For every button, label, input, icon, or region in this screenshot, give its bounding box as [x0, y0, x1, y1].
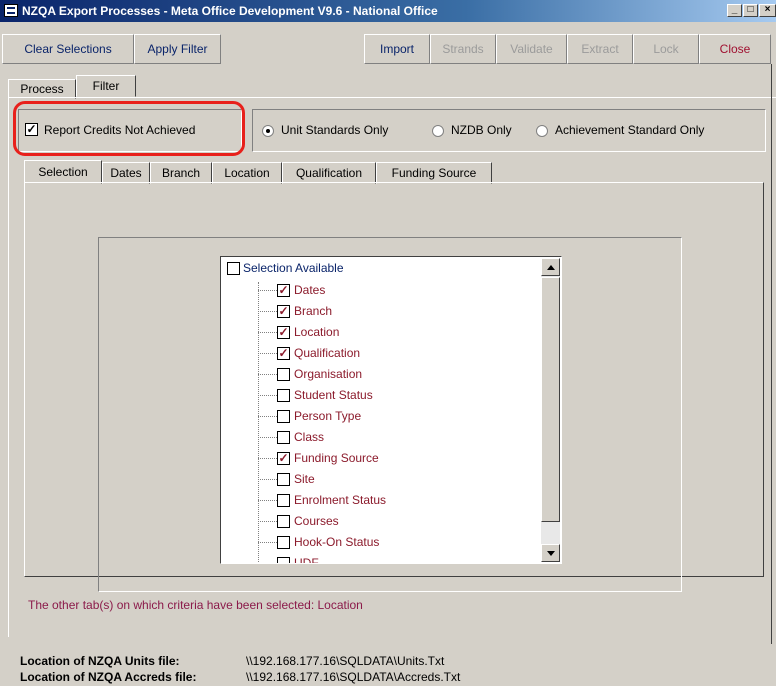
tree-item-label: Class: [294, 430, 325, 444]
units-file-path: \\192.168.177.16\SQLDATA\Units.Txt: [246, 654, 445, 668]
tree-connector-branch: [258, 521, 277, 522]
scroll-up-button[interactable]: [541, 258, 560, 276]
tree-connector-branch: [258, 416, 277, 417]
achievement-standard-label: Achievement Standard Only: [555, 123, 705, 137]
maximize-button[interactable]: □: [743, 4, 758, 17]
units-file-row: Location of NZQA Units file:: [20, 654, 180, 668]
tree-item-label: Person Type: [294, 409, 362, 423]
nzdb-radio[interactable]: [432, 125, 444, 137]
selection-tree[interactable]: Selection Available ✓ Dates ✓ Branch ✓ Locati…: [220, 256, 562, 564]
tree-root-checkbox[interactable]: [227, 262, 240, 275]
close-button[interactable]: Close: [699, 34, 771, 64]
scroll-thumb[interactable]: [541, 277, 560, 522]
tab-dates[interactable]: Dates: [102, 162, 150, 184]
unit-standards-radio[interactable]: [262, 125, 274, 137]
tree-item-label: Student Status: [294, 388, 373, 402]
accreds-file-row: Location of NZQA Accreds file:: [20, 670, 196, 684]
app-form-icon: [4, 4, 18, 17]
window-edge: [771, 64, 772, 644]
minimize-button[interactable]: _: [727, 4, 742, 17]
title-bar[interactable]: NZQA Export Processes - Meta Office Deve…: [0, 0, 776, 22]
highlight-annotation: [13, 101, 245, 156]
tab-branch[interactable]: Branch: [150, 162, 212, 184]
tree-item-label: UDF: [294, 556, 319, 564]
tree-connector-branch: [258, 437, 277, 438]
tree-connector-branch: [258, 311, 277, 312]
lock-button[interactable]: Lock: [633, 34, 699, 64]
tree-item-label: Organisation: [294, 367, 363, 381]
tree-connector-branch: [258, 395, 277, 396]
tree-connector-branch: [258, 458, 277, 459]
tree-item-label: Dates: [294, 283, 326, 297]
close-window-button[interactable]: ×: [759, 4, 776, 17]
achievement-standard-radio[interactable]: [536, 125, 548, 137]
tree-item-label: Courses: [294, 514, 339, 528]
extract-button[interactable]: Extract: [567, 34, 633, 64]
accreds-file-label: Location of NZQA Accreds file:: [20, 670, 197, 684]
tab-selection[interactable]: Selection: [24, 160, 102, 184]
tree-item-checkbox[interactable]: ✓: [277, 347, 290, 360]
tab-location[interactable]: Location: [212, 162, 282, 184]
tree-item-checkbox[interactable]: ✓: [277, 284, 290, 297]
tree-item-label: Qualification: [294, 346, 361, 360]
tree-connector-branch: [258, 500, 277, 501]
tree-scrollbar[interactable]: [541, 258, 560, 562]
criteria-info-text: The other tab(s) on which criteria have …: [28, 598, 363, 612]
arrow-down-icon: [547, 551, 555, 556]
tree-item-checkbox[interactable]: ✓: [277, 305, 290, 318]
tree-item-checkbox[interactable]: [277, 536, 290, 549]
tree-connector-branch: [258, 332, 277, 333]
tree-item-checkbox[interactable]: [277, 410, 290, 423]
tree-item-checkbox[interactable]: [277, 494, 290, 507]
tree-item-checkbox[interactable]: [277, 515, 290, 528]
validate-button[interactable]: Validate: [496, 34, 567, 64]
tree-item-checkbox[interactable]: ✓: [277, 326, 290, 339]
nzdb-label: NZDB Only: [451, 123, 512, 137]
tree-connector-branch: [258, 563, 277, 564]
scroll-down-button[interactable]: [541, 544, 560, 562]
strands-button[interactable]: Strands: [430, 34, 496, 64]
import-button[interactable]: Import: [364, 34, 430, 64]
tree-item-label: Location: [294, 325, 340, 339]
tree-item-checkbox[interactable]: [277, 431, 290, 444]
tree-root-label: Selection Available: [243, 261, 344, 275]
tree-item-checkbox[interactable]: [277, 557, 290, 563]
tab-qualification[interactable]: Qualification: [282, 162, 376, 184]
tree-connector-branch: [258, 374, 277, 375]
tree-item-checkbox[interactable]: ✓: [277, 452, 290, 465]
tree-item-label: Site: [294, 472, 315, 486]
tree-item-label: Funding Source: [294, 451, 379, 465]
tree-item-checkbox[interactable]: [277, 473, 290, 486]
tree-item-label: Hook-On Status: [294, 535, 380, 549]
tree-connector-branch: [258, 353, 277, 354]
application-window: NZQA Export Processes - Meta Office Deve…: [0, 0, 776, 686]
window-title: NZQA Export Processes - Meta Office Deve…: [22, 4, 438, 18]
tree-connector-branch: [258, 542, 277, 543]
tab-filter[interactable]: Filter: [76, 75, 136, 97]
accreds-file-path: \\192.168.177.16\SQLDATA\Accreds.Txt: [246, 670, 461, 684]
units-file-label: Location of NZQA Units file:: [20, 654, 180, 668]
tree-connector-branch: [258, 290, 277, 291]
tree-item-label: Enrolment Status: [294, 493, 387, 507]
tab-funding-source[interactable]: Funding Source: [376, 162, 492, 184]
tree-item-label: Branch: [294, 304, 333, 318]
tab-process[interactable]: Process: [8, 79, 76, 99]
tree-item-checkbox[interactable]: [277, 368, 290, 381]
tree-item-checkbox[interactable]: [277, 389, 290, 402]
unit-standards-label: Unit Standards Only: [281, 123, 389, 137]
clear-selections-button[interactable]: Clear Selections: [2, 34, 134, 64]
tree-connector-branch: [258, 479, 277, 480]
toolbar: Clear Selections Apply Filter Import Str…: [0, 34, 776, 64]
arrow-up-icon: [547, 265, 555, 270]
apply-filter-button[interactable]: Apply Filter: [134, 34, 221, 64]
